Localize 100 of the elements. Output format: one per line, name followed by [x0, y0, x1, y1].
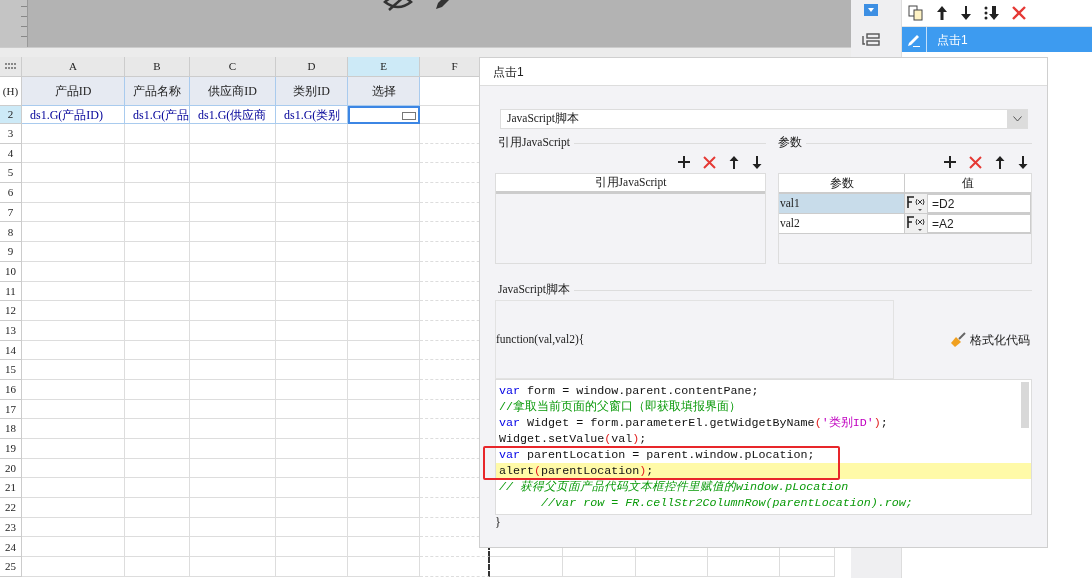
list-icon[interactable] [862, 33, 880, 47]
type-select[interactable]: JavaScript脚本 [500, 109, 1028, 129]
row-header[interactable]: 9 [0, 242, 22, 262]
parameter-name[interactable]: val1 [779, 194, 905, 213]
selected-cell[interactable] [348, 106, 420, 124]
row-header[interactable]: 2 [0, 106, 22, 124]
section-title: 参数 [778, 135, 802, 151]
table-cell [125, 517, 190, 538]
parameter-name[interactable]: val2 [779, 214, 905, 233]
table-cell: ds1.G(产品 [125, 106, 190, 124]
column-header: 参数 [779, 174, 905, 192]
row-header[interactable]: 16 [0, 379, 22, 400]
row-header[interactable]: 13 [0, 320, 22, 341]
table-cell [276, 143, 348, 164]
table-cell [125, 143, 190, 164]
table-cell [125, 281, 190, 302]
row-header[interactable]: 4 [0, 143, 22, 164]
table-cell [636, 557, 708, 577]
row-header[interactable]: 12 [0, 301, 22, 321]
row-header[interactable]: 20 [0, 458, 22, 479]
move-to-bottom-icon[interactable] [984, 5, 1000, 21]
table-cell [125, 498, 190, 518]
row-header[interactable]: 24 [0, 537, 22, 558]
table-cell [125, 557, 190, 577]
code-editor[interactable] [495, 379, 1032, 515]
arrow-down-icon[interactable] [1018, 155, 1028, 169]
scrollbar[interactable] [1021, 382, 1029, 428]
value-field[interactable]: =A2 [927, 214, 1031, 233]
format-code-button[interactable]: 格式化代码 [950, 330, 1030, 349]
delete-icon[interactable] [1012, 6, 1026, 20]
table-cell [348, 301, 420, 321]
code-line: var parentLocation = parent.window.pLocation; [498, 447, 816, 463]
arrow-up-icon[interactable] [936, 5, 948, 21]
table-cell [125, 379, 190, 400]
table-cell [276, 281, 348, 302]
add-icon[interactable] [678, 156, 690, 168]
table-cell [125, 202, 190, 223]
add-icon[interactable] [944, 156, 956, 168]
chevron-down-icon [1012, 116, 1022, 122]
column-header[interactable]: E [348, 57, 420, 77]
table-cell [125, 399, 190, 420]
row-header[interactable]: 18 [0, 419, 22, 439]
row-header[interactable]: 10 [0, 261, 22, 282]
table-cell [276, 458, 348, 479]
table-cell [420, 557, 490, 577]
table-cell [125, 183, 190, 203]
table-cell [348, 124, 420, 144]
pencil-icon [907, 32, 921, 47]
value-field[interactable]: =D2 [927, 194, 1031, 213]
delete-icon[interactable] [703, 155, 716, 169]
table-cell [348, 478, 420, 499]
column-header[interactable]: A [22, 57, 125, 77]
arrow-up-icon[interactable] [729, 155, 739, 169]
formula-icon[interactable] [906, 194, 926, 213]
arrow-down-icon[interactable] [960, 5, 972, 21]
arrow-up-icon[interactable] [995, 155, 1005, 169]
table-cell [276, 419, 348, 439]
table-cell [125, 537, 190, 558]
code-line: var Widget = form.parameterEl.getWidgetByName('类别ID'); [498, 415, 889, 431]
row-header[interactable]: 23 [0, 517, 22, 538]
row-header[interactable]: 22 [0, 498, 22, 518]
row-header[interactable]: 3 [0, 124, 22, 144]
row-header[interactable]: 7 [0, 202, 22, 223]
table-cell [276, 439, 348, 459]
column-header[interactable]: C [190, 57, 276, 77]
code-line: // 获得父页面产品代码文本框控件里赋值的window.pLocation [498, 479, 850, 495]
delete-icon[interactable] [969, 155, 982, 169]
table-cell: 供应商ID [190, 77, 276, 106]
closing-brace: } [495, 515, 502, 529]
column-header[interactable]: D [276, 57, 348, 77]
code-line: //var row = FR.cellStr2ColumnRow(parentLocation).row; [540, 495, 914, 511]
copy-icon[interactable] [908, 5, 924, 21]
table-cell [125, 340, 190, 361]
column-header[interactable]: B [125, 57, 190, 77]
row-header[interactable]: 8 [0, 222, 22, 243]
row-header[interactable]: 15 [0, 360, 22, 380]
select-all-icon[interactable] [4, 62, 17, 71]
row-header[interactable]: 17 [0, 399, 22, 420]
formula-icon[interactable] [906, 214, 926, 233]
table-cell [125, 261, 190, 282]
function-signature: function(val,val2){ [496, 331, 585, 348]
table-cell [348, 439, 420, 459]
arrow-down-icon[interactable] [752, 155, 762, 169]
row-header[interactable]: 11 [0, 281, 22, 302]
table-cell [348, 537, 420, 558]
table-cell [276, 242, 348, 262]
row-header[interactable]: 14 [0, 340, 22, 361]
row-header[interactable]: 19 [0, 439, 22, 459]
row-header[interactable]: (H) [0, 77, 22, 106]
row-header[interactable]: 6 [0, 183, 22, 203]
row-header[interactable]: 5 [0, 163, 22, 184]
section-title: JavaScript脚本 [497, 282, 570, 298]
table-cell [276, 517, 348, 538]
row-header[interactable]: 21 [0, 478, 22, 499]
row-header[interactable]: 25 [0, 557, 22, 577]
table-cell [125, 242, 190, 262]
table-cell [348, 281, 420, 302]
dropdown-button[interactable] [864, 4, 878, 16]
table-cell [125, 439, 190, 459]
table-cell [125, 320, 190, 341]
